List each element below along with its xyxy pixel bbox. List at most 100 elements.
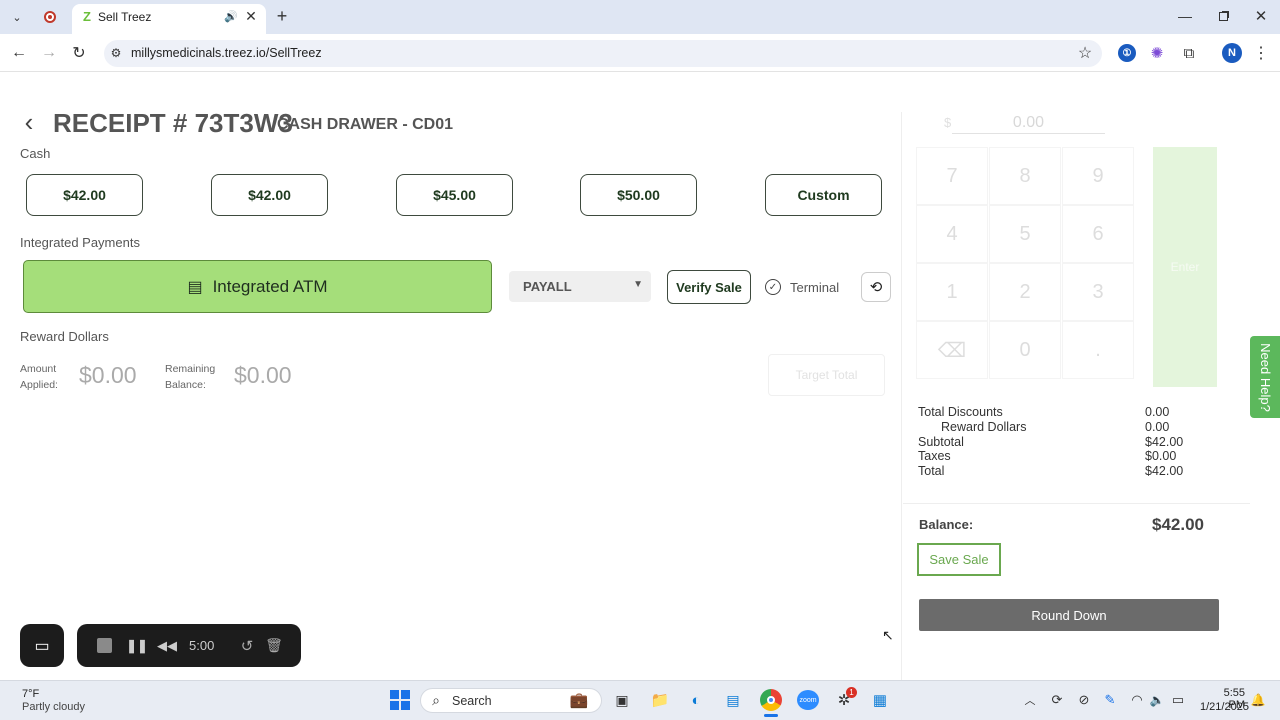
key-4[interactable]: 4 bbox=[916, 205, 988, 263]
pause-icon[interactable]: ❚❚ bbox=[126, 637, 148, 654]
keypad-display[interactable]: 0.00 bbox=[952, 114, 1105, 134]
reload-icon[interactable]: ↻ bbox=[70, 44, 88, 62]
integrated-atm-label: Integrated ATM bbox=[212, 276, 328, 296]
wifi-icon[interactable]: ◠ bbox=[1128, 692, 1146, 708]
close-tab-icon[interactable]: ✕ bbox=[244, 8, 258, 24]
recording-timer: 5:00 bbox=[189, 638, 215, 653]
cash-button-45[interactable]: $45.00 bbox=[396, 174, 513, 216]
cash-button-42-b[interactable]: $42.00 bbox=[211, 174, 328, 216]
total-row: Total $42.00 bbox=[918, 464, 1184, 479]
tray-chevron-up-icon[interactable]: ︿ bbox=[1022, 692, 1038, 708]
store-icon[interactable]: ▤ bbox=[723, 690, 743, 710]
key-6[interactable]: 6 bbox=[1062, 205, 1134, 263]
speaker-icon[interactable]: 🔊 bbox=[224, 9, 238, 23]
file-explorer-icon[interactable]: 📁 bbox=[650, 690, 670, 710]
tab-search-chevron-icon[interactable]: ⌄ bbox=[8, 8, 26, 26]
refresh-terminal-icon[interactable]: ⟲ bbox=[861, 272, 891, 302]
key-9[interactable]: 9 bbox=[1062, 147, 1134, 205]
zoom-icon[interactable]: zoom bbox=[797, 690, 819, 710]
weather-desc[interactable]: Partly cloudy bbox=[22, 701, 85, 713]
payall-select-value: PAYALL bbox=[523, 279, 572, 294]
key-7[interactable]: 7 bbox=[916, 147, 988, 205]
key-2[interactable]: 2 bbox=[989, 263, 1061, 321]
url-text[interactable]: millysmedicinals.treez.io/SellTreez bbox=[131, 46, 322, 60]
back-arrow-icon[interactable]: ‹ bbox=[18, 107, 40, 137]
extension-icon[interactable]: ✺ bbox=[1148, 44, 1166, 62]
subtotal-value: $42.00 bbox=[1145, 434, 1184, 449]
recording-indicator-icon bbox=[44, 11, 56, 23]
total-value: $42.00 bbox=[1145, 464, 1184, 479]
verify-sale-button[interactable]: Verify Sale bbox=[667, 270, 751, 304]
cash-section-label: Cash bbox=[20, 146, 51, 161]
stop-recording-icon[interactable] bbox=[97, 638, 112, 653]
weather-temp[interactable]: 7°F bbox=[22, 688, 39, 700]
tab-title: Sell Treez bbox=[98, 10, 152, 24]
key-decimal[interactable]: . bbox=[1062, 321, 1134, 379]
target-total-button[interactable]: Target Total bbox=[768, 354, 885, 396]
backspace-icon[interactable]: ⌫ bbox=[916, 321, 988, 379]
reward-dollars-summary-label: Reward Dollars bbox=[941, 419, 1027, 434]
taxes-row: Taxes $0.00 bbox=[918, 449, 1182, 464]
payall-select[interactable]: PAYALL ▼ bbox=[509, 271, 651, 302]
notification-bell-icon[interactable]: 🔔 bbox=[1250, 692, 1266, 708]
bookmark-star-icon[interactable]: ☆ bbox=[1076, 44, 1094, 62]
key-3[interactable]: 3 bbox=[1062, 263, 1134, 321]
key-1[interactable]: 1 bbox=[916, 263, 988, 321]
chevron-down-icon: ▼ bbox=[633, 279, 643, 290]
edge-icon[interactable]: ◐ bbox=[686, 690, 706, 710]
profile-avatar[interactable]: N bbox=[1222, 43, 1242, 63]
chrome-icon[interactable] bbox=[760, 689, 782, 711]
volume-icon[interactable]: 🔈 bbox=[1148, 692, 1166, 708]
cash-drawer-label: CASH DRAWER - CD01 bbox=[277, 116, 454, 133]
remaining-balance-line1: Remaining bbox=[165, 363, 216, 375]
cash-button-42-a[interactable]: $42.00 bbox=[26, 174, 143, 216]
chrome-active-indicator bbox=[764, 714, 778, 717]
battery-icon[interactable]: ▭ bbox=[1168, 692, 1188, 708]
window-close-icon[interactable]: ✕ bbox=[1252, 7, 1270, 25]
task-view-icon[interactable]: ▣ bbox=[612, 690, 632, 710]
tray-pen-icon[interactable]: ✎ bbox=[1101, 692, 1119, 708]
password-manager-icon[interactable]: ① bbox=[1118, 44, 1136, 62]
need-help-tab[interactable]: Need Help? bbox=[1250, 336, 1280, 418]
totals-summary: Total Discounts 0.00 Reward Dollars 0.00 S… bbox=[918, 405, 1184, 479]
trash-icon[interactable]: 🗑 bbox=[265, 637, 283, 654]
amount-applied-line2: Applied: bbox=[20, 379, 58, 391]
total-discounts-label: Total Discounts bbox=[918, 405, 1003, 419]
menu-kebab-icon[interactable]: ⋮ bbox=[1252, 44, 1270, 62]
amount-applied-line1: Amount bbox=[20, 363, 57, 375]
atm-icon: ▤ bbox=[187, 278, 203, 296]
slack-badge: 1 bbox=[846, 687, 857, 698]
clock-date[interactable]: 1/21/2025 bbox=[1200, 701, 1249, 713]
keypad-enter-button[interactable]: Enter bbox=[1153, 147, 1217, 387]
camera-icon[interactable]: ▭ bbox=[20, 624, 64, 667]
receipt-title: RECEIPT # 73T3W3 bbox=[53, 108, 293, 138]
remaining-balance-line2: Balance: bbox=[165, 379, 206, 391]
tray-sync-icon[interactable]: ⟳ bbox=[1048, 692, 1066, 708]
reward-dollars-label: Reward Dollars bbox=[20, 329, 109, 344]
windows-start-icon[interactable] bbox=[390, 690, 410, 710]
minimize-icon[interactable]: — bbox=[1176, 7, 1194, 25]
tray-camera-off-icon[interactable]: ⊘ bbox=[1075, 692, 1093, 708]
restore-icon[interactable] bbox=[1214, 7, 1232, 25]
save-sale-button[interactable]: Save Sale bbox=[917, 543, 1001, 576]
key-8[interactable]: 8 bbox=[989, 147, 1061, 205]
search-highlight-icon: 💼 bbox=[569, 692, 589, 709]
forward-icon[interactable]: → bbox=[40, 44, 58, 62]
total-discounts-value: 0.00 bbox=[1145, 405, 1170, 419]
summary-divider bbox=[903, 503, 1250, 504]
site-info-icon[interactable]: ⚙ bbox=[108, 45, 124, 61]
new-tab-icon[interactable]: + bbox=[273, 6, 291, 26]
integrated-atm-button[interactable]: ▤ Integrated ATM bbox=[23, 260, 492, 313]
round-down-button[interactable]: Round Down bbox=[919, 599, 1219, 631]
key-5[interactable]: 5 bbox=[989, 205, 1061, 263]
extensions-puzzle-icon[interactable]: ⧉ bbox=[1180, 44, 1198, 62]
cash-button-50[interactable]: $50.00 bbox=[580, 174, 697, 216]
key-0[interactable]: 0 bbox=[989, 321, 1061, 379]
terminal-check-icon[interactable]: ✓ bbox=[765, 279, 781, 295]
restart-icon[interactable]: ↺ bbox=[238, 637, 256, 655]
back-icon[interactable]: ← bbox=[10, 44, 28, 62]
total-discounts-row: Total Discounts 0.00 bbox=[918, 405, 1182, 420]
rewind-icon[interactable]: ◀◀ bbox=[157, 637, 177, 654]
cash-button-custom[interactable]: Custom bbox=[765, 174, 882, 216]
notepad-icon[interactable]: ▦ bbox=[870, 690, 890, 710]
